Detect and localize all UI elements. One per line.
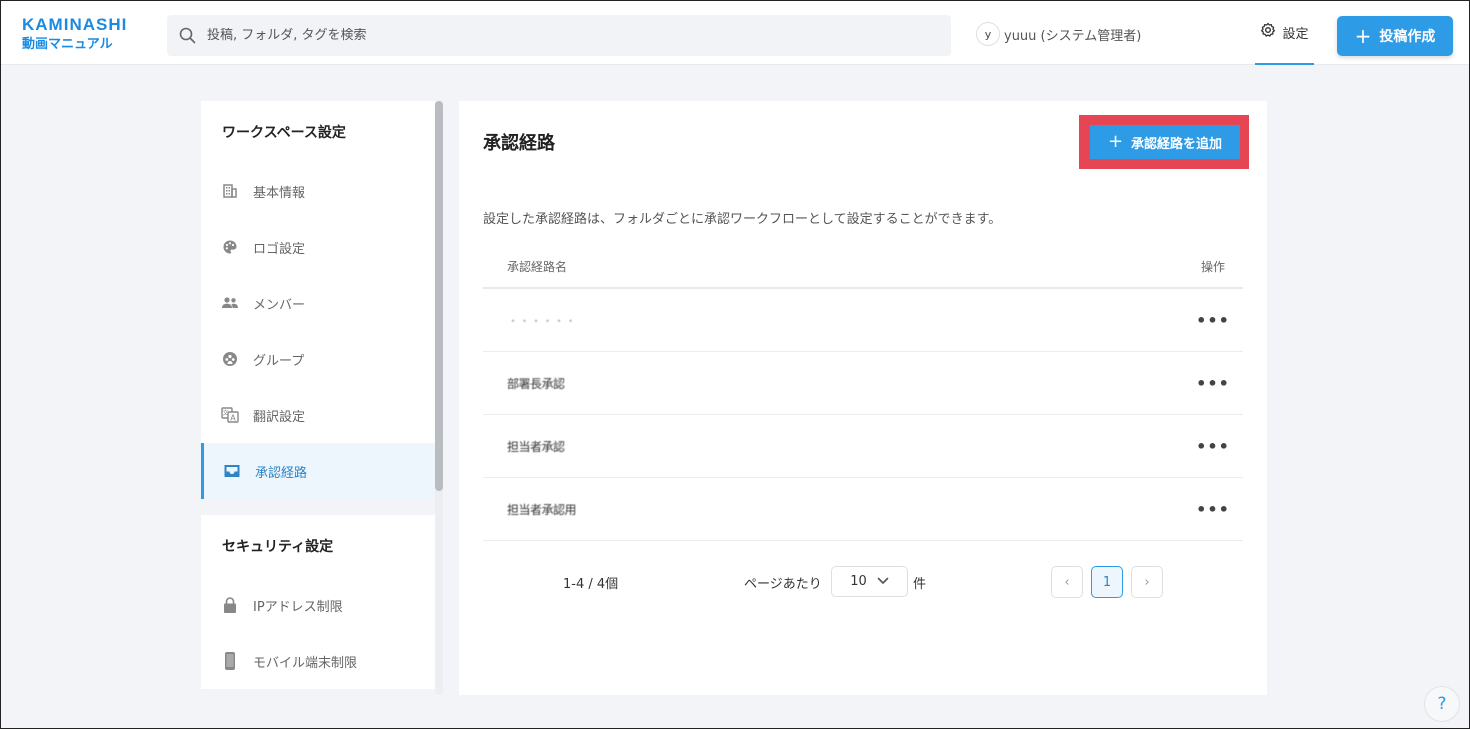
- security-settings-section: セキュリティ設定 IPアドレス制限 モバイル端末制限: [201, 515, 435, 689]
- sidebar-item-label: メンバー: [253, 297, 306, 313]
- sidebar-item-label: ロゴ設定: [253, 241, 306, 257]
- sidebar-divider: [201, 499, 435, 515]
- search-input[interactable]: [207, 28, 907, 43]
- sidebar-item-label: 翻訳設定: [253, 409, 306, 425]
- approval-routes-panel: 承認経路 + 承認経路を追加 設定した承認経路は、フォルダごとに承認ワークフロー…: [459, 101, 1267, 695]
- create-post-button[interactable]: + 投稿作成: [1337, 16, 1453, 56]
- group-icon: [221, 350, 239, 368]
- per-page-select[interactable]: 10: [831, 566, 908, 597]
- sidebar-scrollbar[interactable]: [435, 101, 443, 695]
- sidebar-item-label: IPアドレス制限: [253, 599, 343, 615]
- per-page-unit: 件: [913, 577, 927, 592]
- more-actions-icon[interactable]: •••: [1183, 500, 1243, 519]
- table-row[interactable]: 担当者承認用 •••: [483, 478, 1243, 541]
- add-approval-route-button[interactable]: + 承認経路を追加: [1090, 125, 1240, 159]
- user-menu[interactable]: y yuuu (システム管理者): [976, 22, 1249, 46]
- more-actions-icon[interactable]: •••: [1183, 437, 1243, 456]
- prev-page-button[interactable]: ‹: [1051, 566, 1083, 598]
- pagination: 1-4 / 4個 ページあたり 10 件 ‹ 1 ›: [459, 566, 1267, 598]
- chevron-down-icon: [877, 574, 889, 589]
- settings-link[interactable]: 設定: [1255, 1, 1314, 65]
- settings-sidebar: ワークスペース設定 基本情報 ロゴ設定 メンバー グループ A 文 翻訳設定 承…: [201, 101, 435, 695]
- column-header-name: 承認経路名: [507, 259, 568, 274]
- workspace-settings-section: ワークスペース設定 基本情報 ロゴ設定 メンバー グループ A 文 翻訳設定 承…: [201, 101, 435, 499]
- sidebar-item-members[interactable]: メンバー: [201, 275, 435, 331]
- settings-label: 設定: [1282, 26, 1309, 42]
- logo-subtitle: 動画マニュアル: [22, 37, 113, 52]
- palette-icon: [221, 238, 239, 256]
- sidebar-item-approval-routes[interactable]: 承認経路: [201, 443, 435, 499]
- sidebar-item-basic-info[interactable]: 基本情報: [201, 163, 435, 219]
- per-page-label: ページあたり: [744, 577, 822, 592]
- route-name: 部署長承認: [507, 376, 565, 391]
- page-description: 設定した承認経路は、フォルダごとに承認ワークフローとして設定することができます。: [483, 212, 1002, 227]
- scrollbar-thumb[interactable]: [435, 101, 443, 491]
- sidebar-item-groups[interactable]: グループ: [201, 331, 435, 387]
- sidebar-item-logo[interactable]: ロゴ設定: [201, 219, 435, 275]
- table-row[interactable]: 部署長承認 •••: [483, 352, 1243, 415]
- sidebar-item-label: グループ: [253, 353, 305, 369]
- page-button-1[interactable]: 1: [1091, 566, 1123, 598]
- next-page-button[interactable]: ›: [1131, 566, 1163, 598]
- svg-text:A: A: [230, 414, 236, 423]
- workspace-settings-heading: ワークスペース設定: [222, 125, 346, 141]
- gear-icon: [1260, 22, 1276, 42]
- column-header-actions: 操作: [1200, 259, 1225, 274]
- search-bar[interactable]: [167, 15, 951, 56]
- svg-text:文: 文: [222, 409, 228, 417]
- per-page-value: 10: [850, 574, 867, 589]
- sidebar-item-ip-restriction[interactable]: IPアドレス制限: [201, 577, 435, 633]
- sidebar-item-mobile-restriction[interactable]: モバイル端末制限: [201, 633, 435, 689]
- search-icon: [167, 15, 207, 56]
- route-name: 担当者承認用: [507, 502, 577, 517]
- result-range: 1-4 / 4個: [563, 577, 619, 592]
- sidebar-item-label: モバイル端末制限: [253, 655, 358, 671]
- sidebar-item-label: 基本情報: [253, 185, 306, 201]
- mobile-icon: [221, 652, 239, 670]
- building-icon: [221, 182, 239, 200]
- table-row[interactable]: ・・・・・・ •••: [483, 289, 1243, 352]
- create-post-label: 投稿作成: [1379, 29, 1436, 45]
- plus-icon: +: [1107, 131, 1124, 152]
- more-actions-icon[interactable]: •••: [1183, 374, 1243, 393]
- help-button[interactable]: ?: [1424, 686, 1460, 722]
- sidebar-item-label: 承認経路: [255, 465, 308, 481]
- people-icon: [221, 294, 239, 312]
- security-settings-heading: セキュリティ設定: [222, 539, 334, 555]
- add-approval-route-label: 承認経路を追加: [1131, 136, 1223, 152]
- route-name: ・・・・・・: [507, 313, 577, 328]
- route-name: 担当者承認: [507, 439, 565, 454]
- table-header: 承認経路名 操作: [483, 245, 1243, 289]
- avatar: y: [976, 22, 1000, 46]
- inbox-icon: [223, 462, 241, 480]
- user-name: yuuu (システム管理者): [1004, 28, 1142, 44]
- plus-icon: +: [1354, 24, 1372, 48]
- more-actions-icon[interactable]: •••: [1183, 311, 1243, 330]
- translate-icon: A文: [221, 406, 239, 424]
- page-title: 承認経路: [483, 133, 555, 154]
- sidebar-item-translation[interactable]: A文 翻訳設定: [201, 387, 435, 443]
- lock-icon: [221, 596, 239, 614]
- logo-title: KAMINASHI: [22, 15, 128, 34]
- table-row[interactable]: 担当者承認 •••: [483, 415, 1243, 478]
- approval-routes-table: 承認経路名 操作 ・・・・・・ ••• 部署長承認 ••• 担当者承認 ••• …: [483, 245, 1243, 541]
- app-logo[interactable]: KAMINASHI 動画マニュアル: [22, 16, 127, 53]
- top-header: KAMINASHI 動画マニュアル y yuuu (システム管理者) 設定 + …: [1, 1, 1469, 65]
